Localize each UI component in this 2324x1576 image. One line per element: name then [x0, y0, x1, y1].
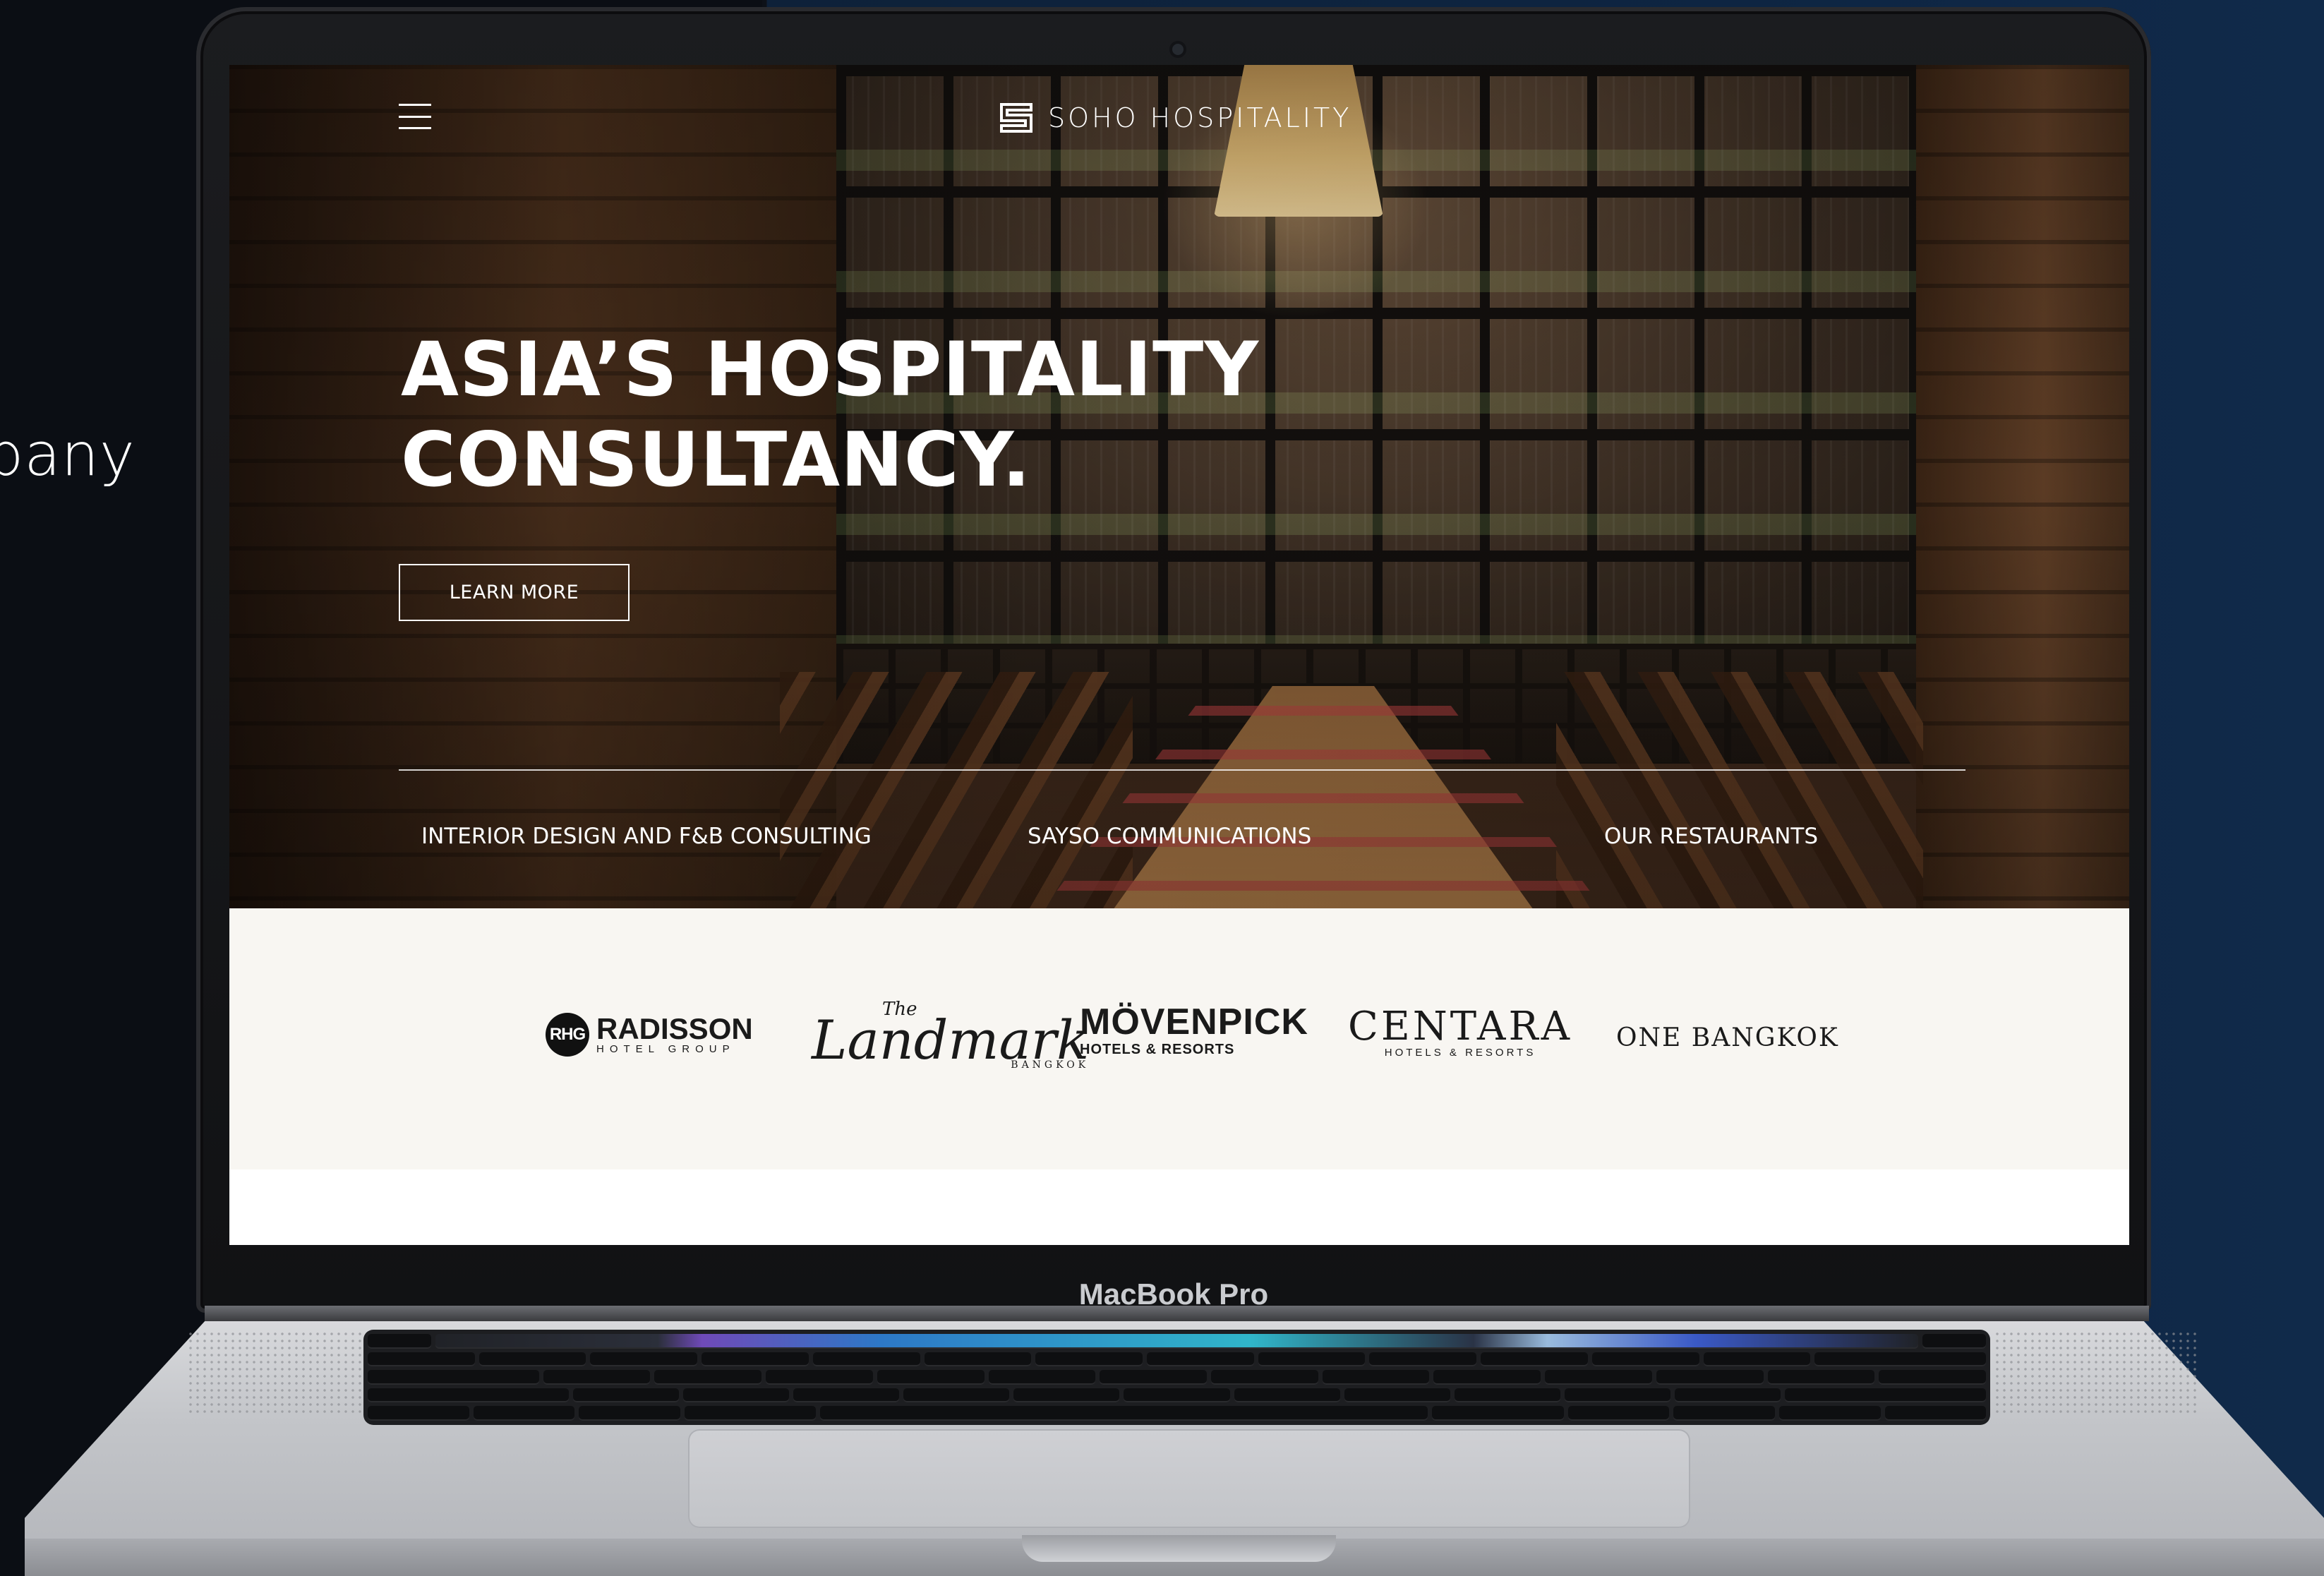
soho-logo-icon: [1000, 103, 1032, 133]
nav-link-interior-design[interactable]: INTERIOR DESIGN AND F&B CONSULTING: [421, 824, 872, 849]
movenpick-name: MÖVENPICK: [1080, 1001, 1308, 1042]
hero-divider: [399, 769, 1965, 771]
hero-headline-line2: CONSULTANCY.: [401, 416, 1032, 503]
laptop-hinge: [205, 1306, 2149, 1321]
brand-name: SOHO HOSPITALITY: [1048, 102, 1352, 133]
keyboard: [363, 1330, 1990, 1425]
radisson-sub: HOTEL GROUP: [596, 1042, 735, 1055]
lid-notch: [1022, 1535, 1336, 1562]
learn-more-button[interactable]: LEARN MORE: [399, 564, 630, 621]
one-bangkok-logo[interactable]: ONE BANGKOK: [1616, 1023, 1839, 1052]
movenpick-logo[interactable]: MÖVENPICK HOTELS & RESORTS: [1080, 1002, 1308, 1058]
site-logo[interactable]: SOHO HOSPITALITY: [999, 100, 1351, 136]
landmark-pre: The: [882, 999, 917, 1020]
centara-name: CENTARA: [1348, 1004, 1573, 1049]
laptop-screen: SOHO HOSPITALITY ASIA’S HOSPITALITY CONS…: [229, 65, 2129, 1245]
partner-logos-strip: RHG RADISSON HOTEL GROUP The Landmark BA…: [229, 908, 2129, 1169]
hero-section: SOHO HOSPITALITY ASIA’S HOSPITALITY CONS…: [229, 65, 2129, 908]
nav-link-sayso-communications[interactable]: SAYSO COMMUNICATIONS: [1028, 824, 1311, 849]
page-blank-area: [229, 1169, 2129, 1245]
hero-headline: ASIA’S HOSPITALITY CONSULTANCY.: [401, 325, 1259, 505]
landmark-logo[interactable]: The Landmark BANGKOK: [812, 999, 1089, 1071]
nav-link-our-restaurants[interactable]: OUR RESTAURANTS: [1604, 824, 1818, 849]
speaker-grille-left: [187, 1330, 392, 1415]
centara-logo[interactable]: CENTARA HOTELS & RESORTS: [1348, 1007, 1572, 1059]
hero-headline-line1: ASIA’S HOSPITALITY: [401, 326, 1260, 413]
backdrop-text: pany: [0, 420, 136, 489]
movenpick-sub: HOTELS & RESORTS: [1080, 1042, 1235, 1057]
camera-icon: [1172, 44, 1184, 55]
radisson-logo[interactable]: RHG RADISSON HOTEL GROUP: [546, 1013, 753, 1057]
speaker-grille-right: [1994, 1330, 2198, 1415]
hamburger-menu-icon[interactable]: [399, 104, 431, 129]
trackpad: [688, 1429, 1690, 1528]
rhg-badge-icon: RHG: [546, 1013, 589, 1057]
radisson-name: RADISSON: [596, 1011, 753, 1045]
